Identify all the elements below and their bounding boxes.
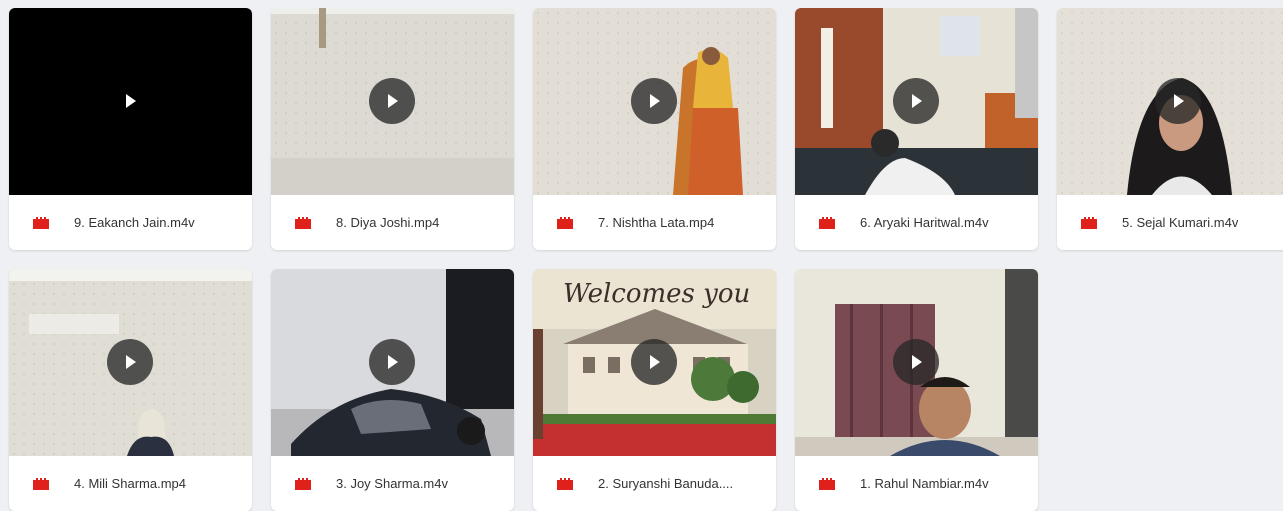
video-thumbnail[interactable]: Welcomes you xyxy=(533,269,776,456)
play-icon[interactable] xyxy=(1155,78,1201,124)
video-thumbnail[interactable] xyxy=(1057,8,1283,195)
video-file-icon xyxy=(32,477,50,491)
video-file-name: 9. Eakanch Jain.m4v xyxy=(74,215,195,230)
video-thumbnail[interactable] xyxy=(9,8,252,195)
video-grid: 9. Eakanch Jain.m4v 8. Diya Joshi.mp4 7.… xyxy=(0,0,1283,511)
play-icon[interactable] xyxy=(369,339,415,385)
play-icon[interactable] xyxy=(631,339,677,385)
video-caption[interactable]: 7. Nishtha Lata.mp4 xyxy=(533,195,776,250)
video-file-name: 3. Joy Sharma.m4v xyxy=(336,476,448,491)
video-caption[interactable]: 1. Rahul Nambiar.m4v xyxy=(795,456,1038,511)
play-icon[interactable] xyxy=(107,78,153,124)
video-card[interactable]: 9. Eakanch Jain.m4v xyxy=(9,8,252,250)
video-file-name: 8. Diya Joshi.mp4 xyxy=(336,215,440,230)
video-caption[interactable]: 9. Eakanch Jain.m4v xyxy=(9,195,252,250)
video-file-name: 7. Nishtha Lata.mp4 xyxy=(598,215,715,230)
video-file-icon xyxy=(32,216,50,230)
video-file-icon xyxy=(818,477,836,491)
video-card[interactable]: 4. Mili Sharma.mp4 xyxy=(9,269,252,511)
video-file-icon xyxy=(556,477,574,491)
video-card[interactable]: Welcomes you 2. Suryanshi Banuda.... xyxy=(533,269,776,511)
video-file-name: 1. Rahul Nambiar.m4v xyxy=(860,476,989,491)
video-thumbnail[interactable] xyxy=(795,8,1038,195)
video-caption[interactable]: 4. Mili Sharma.mp4 xyxy=(9,456,252,511)
video-file-name: 5. Sejal Kumari.m4v xyxy=(1122,215,1239,230)
video-caption[interactable]: 5. Sejal Kumari.m4v xyxy=(1057,195,1283,250)
video-card[interactable]: 8. Diya Joshi.mp4 xyxy=(271,8,514,250)
video-file-icon xyxy=(294,477,312,491)
welcome-banner-text: Welcomes you xyxy=(563,279,750,309)
video-file-icon xyxy=(556,216,574,230)
video-card[interactable]: 1. Rahul Nambiar.m4v xyxy=(795,269,1038,511)
video-card[interactable]: 7. Nishtha Lata.mp4 xyxy=(533,8,776,250)
play-icon[interactable] xyxy=(107,339,153,385)
video-file-name: 4. Mili Sharma.mp4 xyxy=(74,476,186,491)
video-file-name: 6. Aryaki Haritwal.m4v xyxy=(860,215,989,230)
video-file-icon xyxy=(294,216,312,230)
video-thumbnail[interactable] xyxy=(9,269,252,456)
video-thumbnail[interactable] xyxy=(795,269,1038,456)
video-file-icon xyxy=(818,216,836,230)
video-thumbnail[interactable] xyxy=(271,269,514,456)
video-card[interactable]: 6. Aryaki Haritwal.m4v xyxy=(795,8,1038,250)
video-caption[interactable]: 2. Suryanshi Banuda.... xyxy=(533,456,776,511)
video-caption[interactable]: 6. Aryaki Haritwal.m4v xyxy=(795,195,1038,250)
video-thumbnail[interactable] xyxy=(533,8,776,195)
video-caption[interactable]: 8. Diya Joshi.mp4 xyxy=(271,195,514,250)
video-file-icon xyxy=(1080,216,1098,230)
video-caption[interactable]: 3. Joy Sharma.m4v xyxy=(271,456,514,511)
video-card[interactable]: 3. Joy Sharma.m4v xyxy=(271,269,514,511)
play-icon[interactable] xyxy=(631,78,677,124)
play-icon[interactable] xyxy=(369,78,415,124)
play-icon[interactable] xyxy=(893,78,939,124)
play-icon[interactable] xyxy=(893,339,939,385)
video-thumbnail[interactable] xyxy=(271,8,514,195)
video-file-name: 2. Suryanshi Banuda.... xyxy=(598,476,734,491)
video-card[interactable]: 5. Sejal Kumari.m4v xyxy=(1057,8,1283,250)
